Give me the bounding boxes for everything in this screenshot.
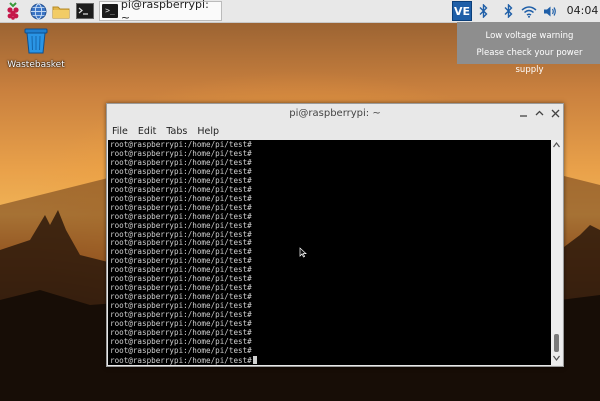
low-voltage-notification[interactable]: Low voltage warning Please check your po… <box>457 22 600 75</box>
terminal-icon: >_ <box>102 4 118 18</box>
wifi-icon[interactable] <box>520 0 538 22</box>
taskbar-terminal-button[interactable]: >_ pi@raspberrypi: ~ <box>99 0 222 24</box>
menu-edit[interactable]: Edit <box>133 123 161 140</box>
notification-title: Low voltage warning <box>485 31 574 41</box>
minimize-button[interactable] <box>517 107 530 120</box>
desktop-background: >_ pi@raspberrypi: ~ VE 04:04 Wastebaske… <box>0 0 600 401</box>
menu-bar: File Edit Tabs Help <box>107 123 563 140</box>
minimize-icon <box>520 115 527 117</box>
scrollbar-thumb[interactable] <box>554 334 559 352</box>
maximize-icon <box>535 110 544 116</box>
notification-message: Please check your power supply <box>476 48 583 75</box>
taskbar: >_ pi@raspberrypi: ~ VE 04:04 <box>0 0 600 24</box>
scroll-down-arrow-icon[interactable] <box>553 355 560 361</box>
terminal-prompt-line: root@raspberrypi:/home/pi/test# <box>110 355 551 365</box>
mouse-pointer-icon <box>299 247 307 258</box>
window-titlebar[interactable]: pi@raspberrypi: ~ <box>107 104 563 123</box>
menu-tabs[interactable]: Tabs <box>161 123 192 140</box>
terminal-window: pi@raspberrypi: ~ File Edit Tabs Help ro… <box>106 103 564 367</box>
web-browser-icon[interactable] <box>29 2 47 20</box>
raspberry-menu-icon[interactable] <box>4 2 22 20</box>
clock[interactable]: 04:04 <box>565 0 600 22</box>
vnc-icon[interactable]: VE <box>452 1 472 21</box>
close-icon <box>551 109 560 118</box>
terminal-prompt: root@raspberrypi:/home/pi/test# <box>110 355 252 365</box>
text-cursor <box>252 355 257 364</box>
volume-icon[interactable] <box>542 0 558 22</box>
file-manager-icon[interactable] <box>52 2 70 20</box>
close-button[interactable] <box>549 107 562 120</box>
maximize-button[interactable] <box>533 107 546 120</box>
taskbar-terminal-label: pi@raspberrypi: ~ <box>120 0 209 24</box>
terminal-output[interactable]: root@raspberrypi:/home/pi/test# root@ras… <box>108 140 551 365</box>
window-title: pi@raspberrypi: ~ <box>289 108 381 119</box>
wastebasket-label: Wastebasket <box>7 60 65 70</box>
menu-file[interactable]: File <box>107 123 133 140</box>
terminal-scrollbar[interactable] <box>551 140 562 365</box>
terminal-launcher-icon[interactable] <box>76 2 94 20</box>
menu-help[interactable]: Help <box>192 123 224 140</box>
bluetooth-icon[interactable] <box>476 0 490 22</box>
bluetooth-status-icon[interactable] <box>501 0 515 22</box>
terminal-line: root@raspberrypi:/home/pi/test# <box>110 345 252 355</box>
wastebasket-desktop-icon[interactable]: Wastebasket <box>4 26 68 70</box>
wastebasket-icon <box>24 28 48 54</box>
scroll-up-arrow-icon[interactable] <box>553 142 560 148</box>
